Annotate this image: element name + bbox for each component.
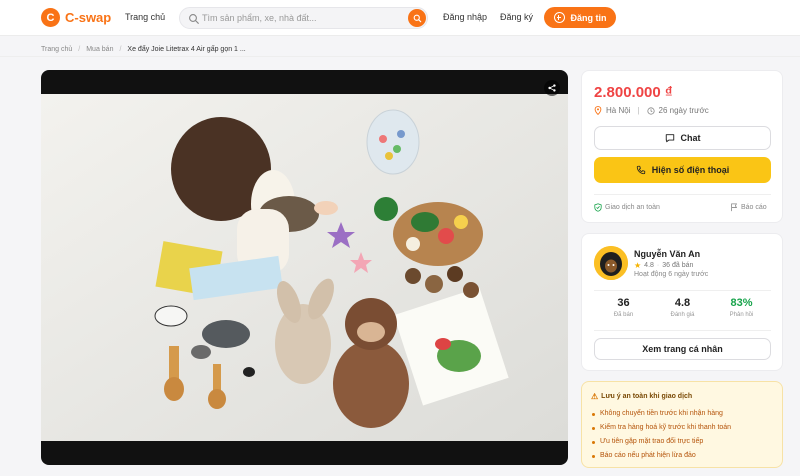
nav-home-link[interactable]: Trang chủ: [125, 12, 165, 22]
listing-posted-time: 26 ngày trước: [658, 106, 709, 115]
stat-sold: 36 Đã bán: [594, 297, 653, 318]
seller-rating: ★ 4.8 · 36 đã bán: [634, 261, 693, 270]
safety-tip: Không chuyển tiền trước khi nhận hàng: [591, 407, 731, 421]
search-bar[interactable]: Tìm sản phẩm, xe, nhà đất...: [179, 7, 428, 29]
location-pin-icon: [594, 106, 602, 115]
logo-mark: C: [41, 8, 60, 27]
seller-card: Nguyễn Văn An ★ 4.8 · 36 đã bán Hoạt độn…: [581, 233, 783, 371]
top-header: C C-swap Trang chủ Tìm sản phẩm, xe, nhà…: [0, 0, 800, 36]
image-gallery[interactable]: [41, 70, 568, 465]
search-button[interactable]: [408, 9, 426, 27]
stat-value: 36: [617, 297, 630, 309]
meta-separator: |: [637, 106, 640, 115]
seller-sold-count: 36 đã bán: [662, 262, 694, 269]
seller-rating-value: 4.8: [644, 262, 654, 269]
breadcrumb: Trang chủ / Mua bán / Xe đẩy Joie Litetr…: [41, 42, 246, 56]
search-icon: [189, 14, 199, 24]
safety-tips-list: Không chuyển tiền trước khi nhận hàng Ki…: [591, 407, 731, 463]
breadcrumb-current: Xe đẩy Joie Litetrax 4 Air gấp gọn 1 ...: [127, 45, 246, 53]
safety-tips-title-text: Lưu ý an toàn khi giao dịch: [601, 393, 693, 400]
star-icon: ★: [634, 261, 642, 270]
search-submit-icon: [413, 14, 421, 22]
breadcrumb-divider: [0, 56, 800, 57]
rating-separator: ·: [656, 262, 660, 269]
clock-icon: [646, 106, 655, 115]
shield-check-icon: [594, 203, 602, 212]
stat-response: 83% Phản hồi: [712, 297, 771, 318]
view-profile-button[interactable]: Xem trang cá nhân: [594, 338, 771, 360]
report-link[interactable]: Báo cáo: [730, 203, 767, 212]
stats-divider-bottom: [594, 330, 771, 331]
stat-label: Phản hồi: [729, 312, 754, 318]
listing-photo[interactable]: [41, 94, 568, 441]
seller-avatar[interactable]: [594, 246, 628, 280]
chat-bubble-icon: [665, 134, 674, 143]
share-button[interactable]: [544, 80, 560, 96]
card-divider: [594, 194, 771, 195]
flag-icon: [731, 203, 738, 212]
show-phone-label: Hiện số điện thoại: [651, 165, 730, 175]
stat-value: 4.8: [674, 297, 691, 309]
avatar-image: [594, 246, 628, 280]
post-listing-button[interactable]: Đăng tin: [544, 7, 616, 28]
safety-tips-card: ⚠ Lưu ý an toàn khi giao dịch Không chuy…: [581, 381, 783, 468]
plus-circle-icon: [553, 12, 565, 23]
show-phone-button[interactable]: Hiện số điện thoại: [594, 157, 771, 183]
warning-icon: ⚠: [591, 392, 599, 401]
chat-button-label: Chat: [680, 133, 701, 143]
price-card: 2.800.000 ₫ Hà Nội | 26 ngày trước Chat …: [581, 70, 783, 223]
breadcrumb-separator: /: [78, 45, 81, 53]
seller-last-active: Hoạt động 6 ngày trước: [634, 271, 709, 278]
safe-trade-label: Giao dịch an toàn: [605, 204, 660, 211]
post-listing-label: Đăng tin: [570, 12, 607, 23]
chat-button[interactable]: Chat: [594, 126, 771, 150]
listing-price: 2.800.000 ₫: [594, 84, 673, 101]
safety-tip: Báo cáo nếu phát hiện lừa đảo: [591, 449, 731, 463]
listing-location: Hà Nội: [606, 106, 631, 115]
stat-label: Đánh giá: [670, 312, 695, 318]
register-link[interactable]: Đăng ký: [500, 12, 533, 22]
breadcrumb-category[interactable]: Mua bán: [86, 46, 113, 53]
phone-icon: [636, 165, 645, 175]
seller-name[interactable]: Nguyễn Văn An: [634, 249, 700, 259]
breadcrumb-home[interactable]: Trang chủ: [41, 46, 72, 53]
logo[interactable]: C C-swap: [41, 8, 111, 27]
stat-value: 83%: [730, 297, 753, 309]
share-icon: [548, 84, 556, 92]
login-link[interactable]: Đăng nhập: [443, 12, 487, 22]
safety-tip: Kiểm tra hàng hoá kỹ trước khi thanh toá…: [591, 421, 731, 435]
safe-trade-link[interactable]: Giao dịch an toàn: [594, 203, 660, 212]
listing-meta: Hà Nội | 26 ngày trước: [594, 106, 709, 115]
safety-tip: Ưu tiên gặp mặt trao đổi trực tiếp: [591, 435, 731, 449]
search-input[interactable]: Tìm sản phẩm, xe, nhà đất...: [202, 13, 317, 23]
report-label: Báo cáo: [741, 204, 767, 211]
breadcrumb-separator: /: [119, 45, 122, 53]
stat-label: Đã bán: [613, 312, 634, 318]
safety-tips-title: ⚠ Lưu ý an toàn khi giao dịch: [591, 392, 692, 401]
logo-text: C-swap: [65, 10, 112, 25]
stat-rating: 4.8 Đánh giá: [653, 297, 712, 318]
stats-divider: [594, 290, 771, 291]
